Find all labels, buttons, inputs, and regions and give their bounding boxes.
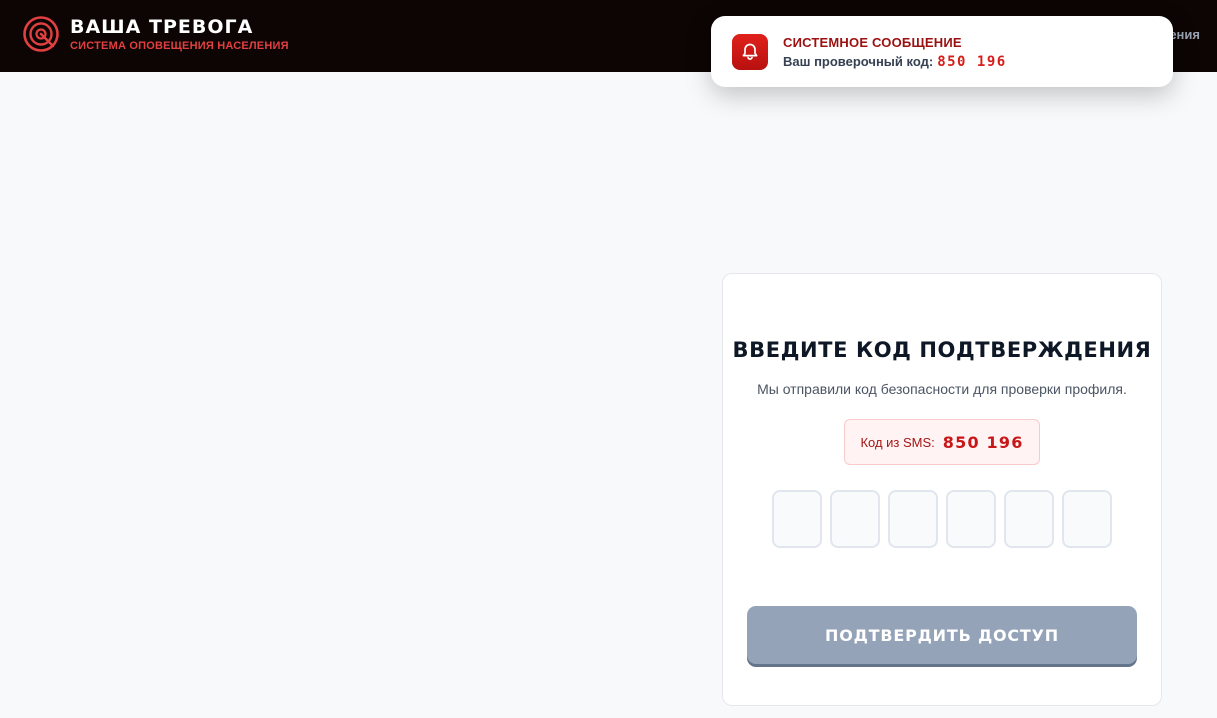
toast-message-label: Ваш проверочный код: xyxy=(783,54,934,69)
brand-text: ВАША ТРЕВОГА СИСТЕМА ОПОВЕЩЕНИЯ НАСЕЛЕНИ… xyxy=(70,16,289,53)
otp-digit-3[interactable] xyxy=(888,490,938,548)
toast-code: 850 196 xyxy=(937,54,1007,70)
otp-digit-2[interactable] xyxy=(830,490,880,548)
otp-digit-1[interactable] xyxy=(772,490,822,548)
page: ВАША ТРЕВОГА СИСТЕМА ОПОВЕЩЕНИЯ НАСЕЛЕНИ… xyxy=(0,0,1217,718)
toast-title: СИСТЕМНОЕ СООБЩЕНИЕ xyxy=(783,35,962,50)
brand-subtitle: СИСТЕМА ОПОВЕЩЕНИЯ НАСЕЛЕНИЯ xyxy=(70,39,289,52)
sms-code-label: Код из SMS: xyxy=(860,434,935,450)
sms-code-badge: Код из SMS: 850 196 xyxy=(844,419,1040,465)
card-description: Мы отправили код безопасности для провер… xyxy=(757,381,1127,397)
otp-input-row xyxy=(772,490,1112,548)
sms-code-value: 850 196 xyxy=(942,432,1024,452)
confirm-access-button[interactable]: ПОДТВЕРДИТЬ ДОСТУП xyxy=(747,606,1137,664)
system-toast[interactable]: СИСТЕМНОЕ СООБЩЕНИЕ Ваш проверочный код:… xyxy=(711,16,1173,87)
radar-logo-icon xyxy=(23,16,59,52)
brand[interactable]: ВАША ТРЕВОГА СИСТЕМА ОПОВЕЩЕНИЯ НАСЕЛЕНИ… xyxy=(22,15,289,53)
otp-digit-6[interactable] xyxy=(1062,490,1112,548)
bell-icon xyxy=(732,34,768,70)
header-nav-link[interactable]: ения xyxy=(1169,27,1200,42)
verification-card: ВВЕДИТЕ КОД ПОДТВЕРЖДЕНИЯ Мы отправили к… xyxy=(722,273,1162,706)
card-title: ВВЕДИТЕ КОД ПОДТВЕРЖДЕНИЯ xyxy=(732,338,1152,362)
otp-digit-5[interactable] xyxy=(1004,490,1054,548)
otp-digit-4[interactable] xyxy=(946,490,996,548)
brand-title: ВАША ТРЕВОГА xyxy=(70,15,254,38)
toast-message: Ваш проверочный код: 850 196 xyxy=(783,54,1007,70)
